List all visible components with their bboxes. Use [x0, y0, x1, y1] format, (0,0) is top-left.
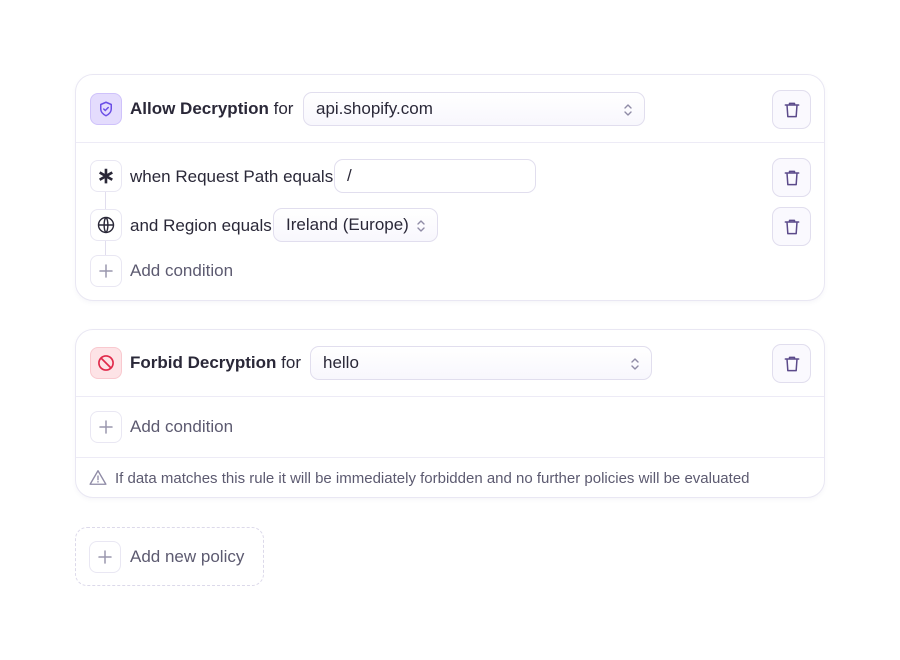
region-select[interactable]: Ireland (Europe): [273, 208, 438, 242]
add-new-policy-button[interactable]: Add new policy: [75, 527, 264, 586]
delete-condition-button[interactable]: [772, 207, 811, 246]
warning-text: If data matches this rule it will be imm…: [115, 469, 750, 489]
add-condition-label: Add condition: [130, 261, 233, 281]
plus-icon: [89, 541, 121, 573]
chevron-updown-icon: [415, 218, 427, 234]
target-select[interactable]: hello: [310, 346, 652, 380]
chevron-updown-icon: [622, 102, 634, 118]
plus-icon: [90, 255, 122, 287]
plus-icon: [90, 411, 122, 443]
trash-icon: [782, 354, 802, 374]
trash-icon: [782, 168, 802, 188]
divider: [76, 457, 824, 458]
add-new-policy-label: Add new policy: [130, 547, 244, 567]
delete-policy-button[interactable]: [772, 344, 811, 383]
condition-label: when Request Path equals: [130, 167, 333, 187]
trash-icon: [782, 217, 802, 237]
delete-condition-button[interactable]: [772, 158, 811, 197]
connector-line: [105, 192, 106, 210]
asterisk-icon: ∗: [90, 160, 122, 192]
chevron-updown-icon: [629, 356, 641, 372]
target-select[interactable]: api.shopify.com: [303, 92, 645, 126]
forbidden-icon: [90, 347, 122, 379]
divider: [76, 396, 824, 397]
shield-check-icon: [90, 93, 122, 125]
policy-title: Allow Decryption for: [130, 99, 293, 119]
delete-policy-button[interactable]: [772, 90, 811, 129]
trash-icon: [782, 100, 802, 120]
connector-line: [105, 241, 106, 255]
policy-title: Forbid Decryption for: [130, 353, 301, 373]
forbid-policy-card: Forbid Decryption for hello Add conditio…: [75, 329, 825, 498]
allow-policy-card: Allow Decryption for api.shopify.com ∗ w…: [75, 74, 825, 301]
divider: [76, 142, 824, 143]
globe-icon: [90, 209, 122, 241]
add-condition-label: Add condition: [130, 417, 233, 437]
condition-label: and Region equals: [130, 216, 272, 236]
warning-icon: [89, 469, 107, 486]
request-path-input[interactable]: /: [334, 159, 536, 193]
